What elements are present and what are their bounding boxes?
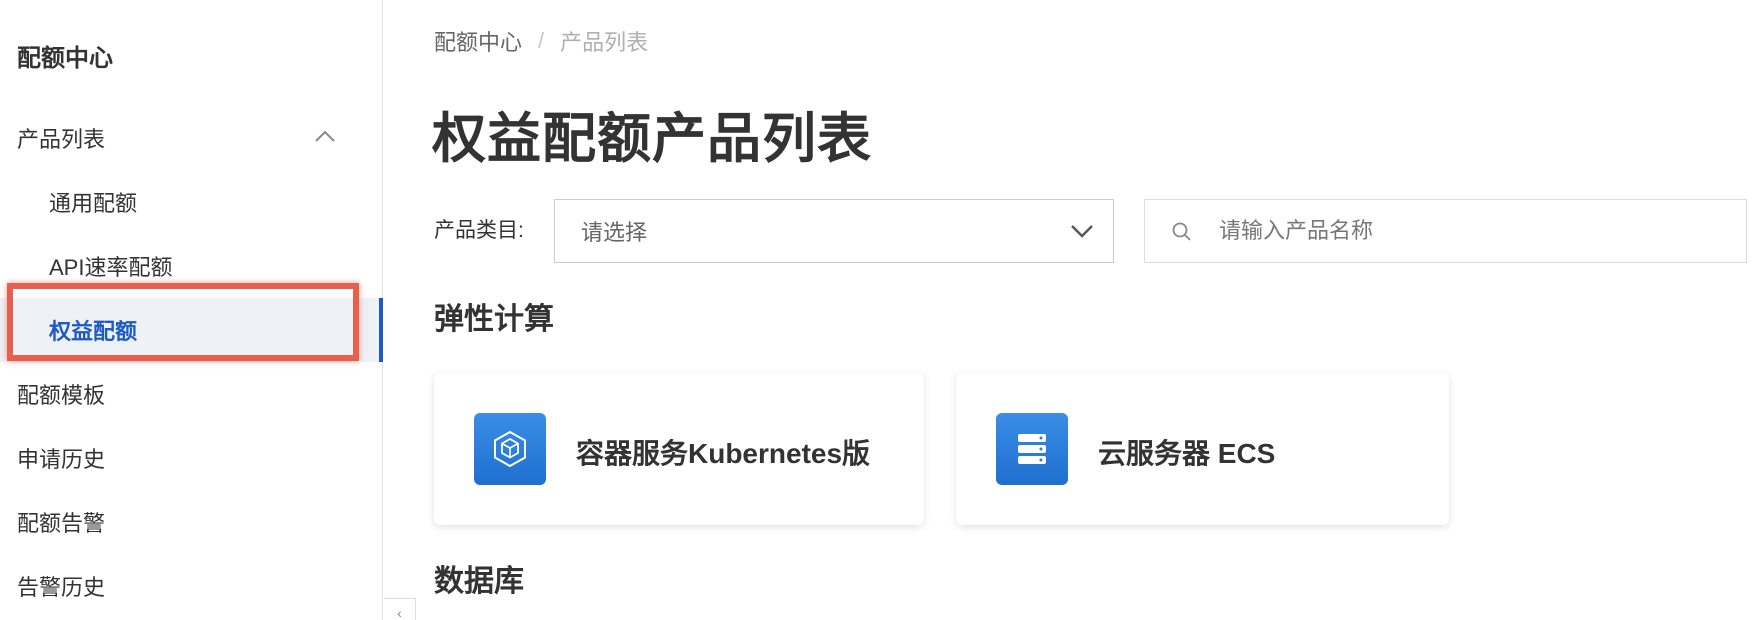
sidebar-item-label: 通用配额	[49, 191, 138, 216]
product-card-kubernetes[interactable]: 容器服务Kubernetes版	[434, 373, 924, 525]
section-title-database: 数据库	[434, 565, 524, 598]
sidebar-item-label: 权益配额	[49, 319, 138, 344]
product-search-box[interactable]	[1144, 199, 1747, 263]
sidebar-item-quota-template[interactable]: 配额模板	[0, 362, 382, 426]
chevron-left-icon: ‹	[397, 605, 402, 620]
product-name: 容器服务Kubernetes版	[576, 438, 871, 469]
category-filter-label: 产品类目:	[434, 219, 524, 242]
page-title: 权益配额产品列表	[432, 109, 872, 169]
sidebar-item-label: 配额告警	[17, 511, 106, 536]
container-cube-icon	[474, 413, 546, 485]
product-card-ecs[interactable]: 云服务器 ECS	[956, 373, 1449, 525]
sidebar-item-api-rate-quota[interactable]: API速率配额	[0, 234, 382, 298]
active-indicator	[379, 298, 383, 362]
section-title-elastic-computing: 弹性计算	[434, 303, 554, 336]
sidebar-item-alert-history[interactable]: 告警历史	[0, 554, 382, 618]
sidebar-collapse-button[interactable]: ‹	[384, 598, 416, 620]
sidebar-item-product-list[interactable]: 产品列表	[0, 106, 382, 170]
sidebar: 配额中心 产品列表 通用配额 API速率配额 权益配额 配额模板 申请历史 配额…	[0, 0, 383, 620]
sidebar-item-quota-alerts[interactable]: 配额告警	[0, 490, 382, 554]
product-search-input[interactable]	[1219, 214, 1719, 248]
sidebar-item-label: API速率配额	[49, 255, 173, 280]
chevron-up-icon	[315, 130, 335, 142]
search-icon	[1172, 222, 1191, 241]
category-select-value: 请选择	[581, 220, 648, 245]
breadcrumb-current: 产品列表	[560, 30, 649, 55]
server-stack-icon	[996, 413, 1068, 485]
category-select[interactable]: 请选择	[554, 199, 1114, 263]
sidebar-item-general-quota[interactable]: 通用配额	[0, 170, 382, 234]
sidebar-item-entitlement-quota[interactable]: 权益配额	[0, 298, 383, 362]
chevron-down-icon	[1071, 225, 1093, 238]
sidebar-title: 配额中心	[17, 45, 113, 72]
sidebar-item-label: 申请历史	[17, 447, 106, 472]
sidebar-item-label: 产品列表	[17, 127, 106, 152]
breadcrumb-root[interactable]: 配额中心	[434, 25, 522, 57]
sidebar-item-label: 告警历史	[17, 575, 106, 600]
sidebar-item-label: 配额模板	[17, 383, 106, 408]
breadcrumb-separator: /	[538, 28, 545, 53]
sidebar-item-application-history[interactable]: 申请历史	[0, 426, 382, 490]
breadcrumb: 配额中心 / 产品列表	[434, 25, 648, 57]
product-name: 云服务器 ECS	[1098, 438, 1276, 469]
